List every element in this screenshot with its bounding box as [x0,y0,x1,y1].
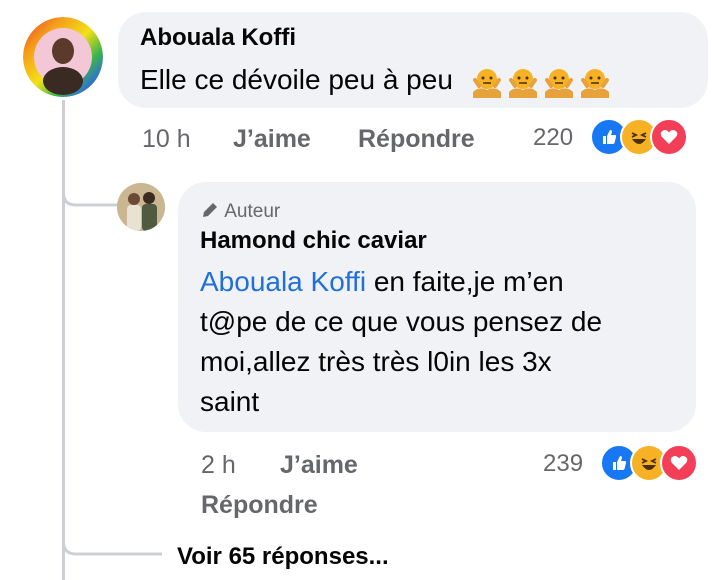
comment-like-button[interactable]: J’aime [233,125,311,154]
shrug-emoji-icon [544,68,573,98]
thread-connector-more [62,520,162,556]
comment-reaction-count[interactable]: 220 [533,124,573,152]
comment-reply-button[interactable]: Répondre [358,125,475,154]
pencil-icon [203,203,217,217]
reply-time[interactable]: 2 h [201,451,236,480]
shrug-emoji-icon [508,68,537,98]
view-more-replies-link[interactable]: Voir 65 réponses... [177,543,389,571]
author-badge-label: Auteur [224,201,281,222]
reply-text: Abouala Koffi en faite,je m’en t@pe de c… [200,262,680,422]
reply-reply-button[interactable]: Répondre [201,491,318,520]
reply-like-button[interactable]: J’aime [280,451,358,480]
reply-text-segment: en faite,je m’en [366,266,564,297]
comment-time[interactable]: 10 h [142,125,191,154]
reply-text-line: moi,allez très très l0in les 3x [200,346,552,377]
reply-text-line: saint [200,386,260,417]
reply-reaction-count[interactable]: 239 [543,450,583,478]
love-icon [660,444,698,482]
author-badge: Auteur [200,200,280,223]
avatar[interactable] [23,17,103,97]
reply-text-line: t@pe de ce que vous pensez de [200,306,603,337]
mention-link[interactable]: Abouala Koffi [200,266,366,297]
shrug-emoji-group [467,64,611,98]
reply-text-line: Abouala Koffi en faite,je m’en [200,262,680,302]
thread-connector [62,165,122,207]
comment-reactions[interactable] [590,118,688,156]
shrug-emoji-icon [580,68,609,98]
comment-text: Elle ce dévoile peu à peu [140,60,611,100]
reply-reactions[interactable] [600,444,698,482]
reply-avatar[interactable] [117,183,165,231]
shrug-emoji-icon [472,68,501,98]
comment-author[interactable]: Abouala Koffi [140,24,296,52]
comment-text-content: Elle ce dévoile peu à peu [140,64,453,95]
love-icon [650,118,688,156]
reply-author[interactable]: Hamond chic caviar [200,227,427,255]
